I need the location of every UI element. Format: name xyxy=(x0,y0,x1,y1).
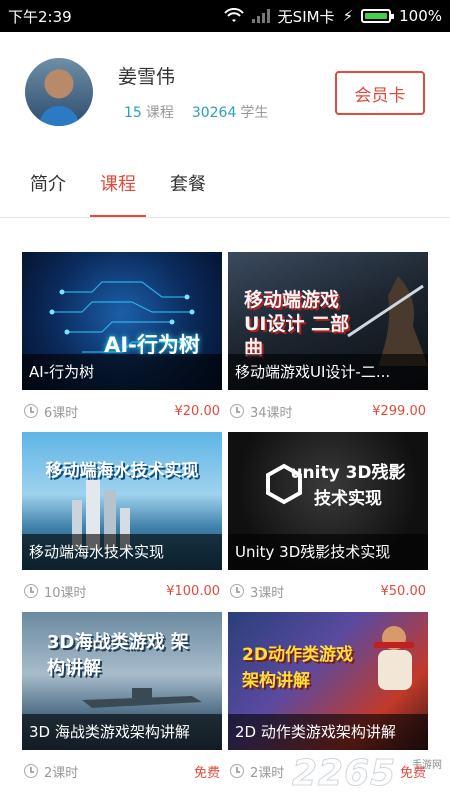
lesson-count-text: 10课时 xyxy=(44,585,87,601)
course-card[interactable]: 3D海战类游戏 架构讲解 3D 海战类游戏架构讲解 2课时 免费 xyxy=(22,612,222,792)
course-thumbnail[interactable]: 3D海战类游戏 架构讲解 3D 海战类游戏架构讲解 xyxy=(22,612,222,750)
course-art-text: 2D动作类游戏 架构讲解 xyxy=(242,645,353,691)
clock-icon xyxy=(230,404,244,418)
clock-icon xyxy=(24,584,38,598)
tab-intro[interactable]: 简介 xyxy=(14,152,82,217)
lesson-count: 2课时 xyxy=(24,762,78,781)
course-title: 2D 动作类游戏架构讲解 xyxy=(228,714,428,750)
teacher-name: 姜雪伟 xyxy=(118,66,176,88)
course-count-label: 课程 xyxy=(145,105,174,121)
tab-courses[interactable]: 课程 xyxy=(84,152,152,217)
course-title: AI-行为树 xyxy=(22,354,222,390)
student-count-label: 学生 xyxy=(240,105,269,121)
signal-icon xyxy=(251,9,270,23)
course-art-text: 3D海战类游戏 架构讲解 xyxy=(47,632,189,679)
lesson-count: 3课时 xyxy=(230,582,284,601)
course-price: ¥50.00 xyxy=(380,583,427,599)
wifi-icon xyxy=(223,8,244,22)
lesson-count: 2课时 xyxy=(230,762,284,781)
course-meta: 10课时 ¥100.00 xyxy=(22,570,222,612)
watermark-site: 手游网 xyxy=(412,760,442,771)
clock-icon xyxy=(230,584,244,598)
battery-icon xyxy=(361,9,395,23)
lesson-count-text: 3课时 xyxy=(250,585,285,601)
course-title: 移动端游戏UI设计-二... xyxy=(228,354,428,390)
course-card[interactable]: 移动端游戏 UI设计 二部曲 移动端游戏UI设计-二... 34课时 ¥299.… xyxy=(228,252,428,432)
fighter-graphic xyxy=(374,626,414,690)
lesson-count-text: 6课时 xyxy=(44,405,79,421)
clock-icon xyxy=(24,404,38,418)
avatar[interactable] xyxy=(25,58,93,126)
course-meta: 3课时 ¥50.00 xyxy=(228,570,428,612)
course-count: 15 xyxy=(124,105,142,121)
carrier-label: 无SIM卡 xyxy=(277,7,335,26)
student-count: 30264 xyxy=(191,105,237,121)
status-indicators: 无SIM卡 ⚡ 100% xyxy=(223,6,442,27)
course-title: 移动端海水技术实现 xyxy=(22,534,222,570)
clock-icon xyxy=(24,764,38,778)
course-grid: AI-行为树 AI-行为树 6课时 ¥20.00 移动端游戏 UI设计 二部曲 … xyxy=(0,218,450,792)
status-bar: 下午2:39 无SIM卡 ⚡ 100% xyxy=(0,0,450,32)
course-card[interactable]: 移动端海水技术实现 移动端海水技术实现 10课时 ¥100.00 xyxy=(22,432,222,612)
student-stat: 30264 学生 xyxy=(192,102,269,122)
course-price: ¥100.00 xyxy=(166,583,220,599)
course-price: ¥20.00 xyxy=(174,403,221,419)
lesson-count-text: 2课时 xyxy=(44,765,79,781)
course-title: 3D 海战类游戏架构讲解 xyxy=(22,714,222,750)
tab-packages[interactable]: 套餐 xyxy=(154,152,222,217)
course-card[interactable]: AI-行为树 AI-行为树 6课时 ¥20.00 xyxy=(22,252,222,432)
teacher-profile: 姜雪伟 15 课程 30264 学生 会员卡 xyxy=(0,32,450,152)
course-thumbnail[interactable]: unity 3D残影技术实现 Unity 3D残影技术实现 xyxy=(228,432,428,570)
course-thumbnail[interactable]: 移动端游戏 UI设计 二部曲 移动端游戏UI设计-二... xyxy=(228,252,428,390)
unity-logo-icon xyxy=(266,463,302,505)
course-price: ¥299.00 xyxy=(372,403,426,419)
course-price: 免费 xyxy=(193,765,220,781)
course-thumbnail[interactable]: AI-行为树 AI-行为树 xyxy=(22,252,222,390)
course-title: Unity 3D残影技术实现 xyxy=(228,534,428,570)
course-meta: 34课时 ¥299.00 xyxy=(228,390,428,432)
course-stat: 15 课程 xyxy=(124,102,174,122)
tab-bar: 简介 课程 套餐 xyxy=(0,152,450,218)
charging-icon: ⚡ xyxy=(342,7,354,25)
watermark-logo: 2265 手游网 xyxy=(291,753,442,795)
lesson-count-text: 2课时 xyxy=(250,765,285,781)
course-card[interactable]: unity 3D残影技术实现 Unity 3D残影技术实现 3课时 ¥50.00 xyxy=(228,432,428,612)
clock-icon xyxy=(230,764,244,778)
warrior-graphic xyxy=(347,276,428,366)
member-card-button[interactable]: 会员卡 xyxy=(335,71,425,115)
lesson-count: 34课时 xyxy=(230,402,293,421)
watermark-number: 2265 xyxy=(291,753,397,795)
status-time: 下午2:39 xyxy=(8,7,72,26)
battery-percent: 100% xyxy=(399,7,442,25)
lesson-count-text: 34课时 xyxy=(250,405,293,421)
course-thumbnail[interactable]: 移动端海水技术实现 移动端海水技术实现 xyxy=(22,432,222,570)
course-meta: 2课时 免费 xyxy=(22,750,222,792)
lesson-count: 10课时 xyxy=(24,582,87,601)
course-thumbnail[interactable]: 2D动作类游戏 架构讲解 2D 动作类游戏架构讲解 xyxy=(228,612,428,750)
lesson-count: 6课时 xyxy=(24,402,78,421)
ship-graphic xyxy=(82,688,202,708)
course-meta: 6课时 ¥20.00 xyxy=(22,390,222,432)
teacher-stats: 15 课程 30264 学生 xyxy=(124,102,268,122)
